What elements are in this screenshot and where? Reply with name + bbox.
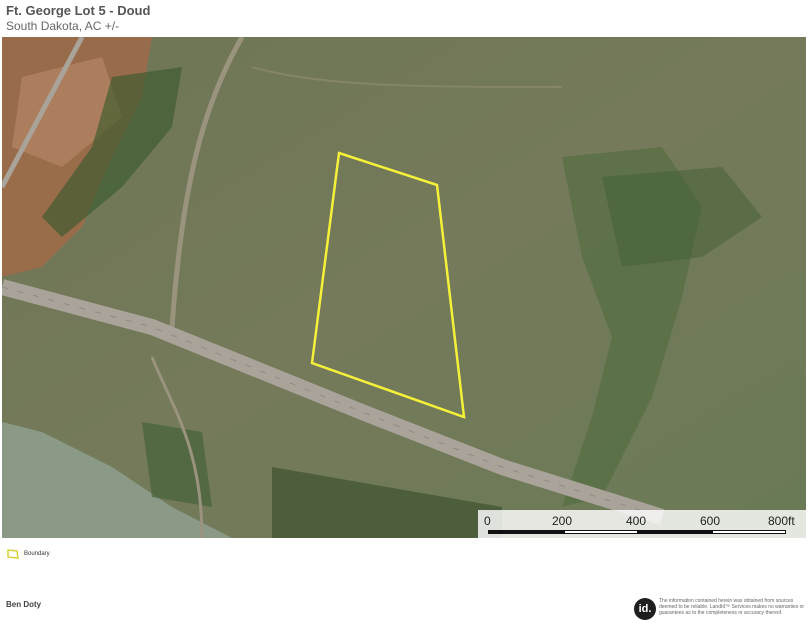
map-subtitle: South Dakota, AC +/- [6, 19, 120, 33]
scale-label: 200 [552, 514, 573, 528]
scale-label: 800ft [768, 514, 795, 528]
author-name: Ben Doty [6, 600, 42, 609]
satellite-imagery [2, 37, 806, 538]
legend-label: Boundary [24, 551, 50, 557]
tree-grove [142, 422, 212, 507]
map-title: Ft. George Lot 5 - Doud [6, 3, 151, 18]
scale-bar: 0 200 400 600 800ft [478, 510, 806, 538]
landid-logo: id. [634, 598, 656, 620]
boundary-legend-icon [7, 549, 19, 559]
satellite-map[interactable]: 0 200 400 600 800ft [2, 37, 806, 538]
scale-label: 400 [626, 514, 647, 528]
scale-segment [564, 530, 638, 534]
scale-label: 600 [700, 514, 721, 528]
scale-segment [638, 530, 712, 534]
disclaimer-text: The information contained herein was obt… [659, 598, 805, 616]
scale-segment [488, 530, 564, 534]
scale-label: 0 [484, 514, 491, 528]
scale-segment [712, 530, 786, 534]
